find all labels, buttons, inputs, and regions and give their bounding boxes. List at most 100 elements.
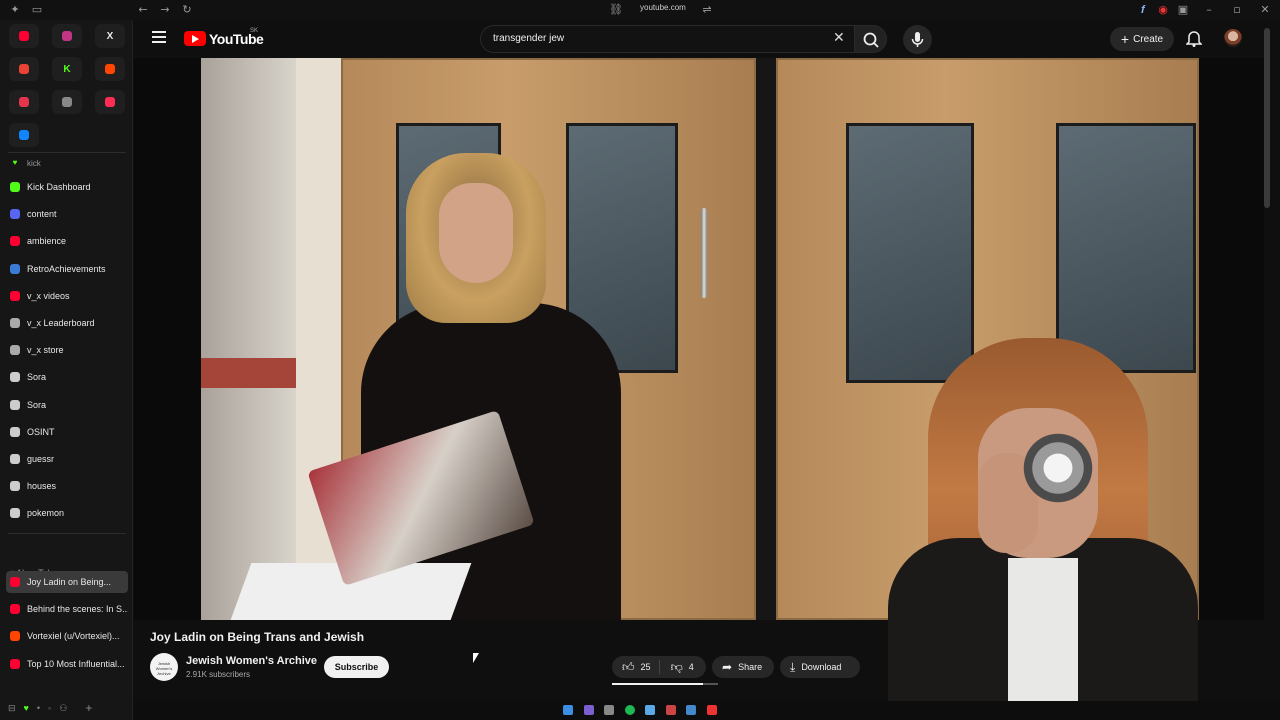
sidebar-item[interactable]: RetroAchievements xyxy=(6,258,128,280)
like-ratio-fill xyxy=(612,683,704,685)
app-red-icon xyxy=(19,97,29,107)
folder-kick[interactable]: ♥ kick xyxy=(6,154,128,172)
pinned-site-gmail[interactable] xyxy=(9,57,39,81)
minimize-icon[interactable]: – xyxy=(1202,3,1216,17)
sidebar-item[interactable]: v_x store xyxy=(6,339,128,361)
sidebar-item[interactable]: guessr xyxy=(6,448,128,470)
share-button[interactable]: ➦ Share xyxy=(712,656,774,678)
link-icon[interactable]: ⛓ xyxy=(609,3,623,17)
sidebar-item[interactable]: v_x videos xyxy=(6,285,128,307)
sidebar-tab[interactable]: Behind the scenes: In S... xyxy=(6,598,128,620)
tab-label: Behind the scenes: In S... xyxy=(27,604,128,615)
like-button[interactable]: 👍︎ 25 xyxy=(622,660,651,675)
tab-label: Top 10 Most Influential... xyxy=(27,658,125,669)
bookmark-icon xyxy=(10,236,20,247)
page-scrollbar[interactable] xyxy=(1264,28,1270,208)
bookmark-icon xyxy=(10,263,20,274)
like-count: 25 xyxy=(640,662,651,672)
sidebar-item-label: OSINT xyxy=(27,426,55,437)
youtube-header: YouTube SK transgender jew ✕ + Create xyxy=(134,20,1280,58)
person-icon[interactable]: ⚇ xyxy=(59,703,67,714)
archive-icon[interactable]: ⊟ xyxy=(8,703,16,714)
dot-icon[interactable]: • xyxy=(37,703,40,713)
address-bar[interactable]: youtube.com xyxy=(640,3,686,12)
maximize-icon[interactable]: ▫ xyxy=(1230,3,1244,17)
pinned-site-youtube[interactable] xyxy=(9,24,39,48)
search-input[interactable]: transgender jew ✕ xyxy=(480,25,855,53)
pinned-site-x[interactable]: X xyxy=(95,24,125,48)
page-settings-icon[interactable]: ⇌ xyxy=(700,3,714,17)
heart-icon[interactable]: ♥ xyxy=(24,703,29,713)
spotify-icon[interactable] xyxy=(625,705,635,715)
youtube-logo-icon[interactable] xyxy=(184,31,206,46)
sidebar-item-label: pokemon xyxy=(27,508,65,519)
pinned-site-bluesky[interactable] xyxy=(9,123,39,147)
taskbar-app-icon[interactable] xyxy=(686,705,696,715)
subscriber-count: 2.91K subscribers xyxy=(186,670,251,679)
taskbar-app-icon[interactable] xyxy=(584,705,594,715)
back-icon[interactable]: ← xyxy=(136,3,150,17)
like-divider xyxy=(659,660,660,674)
create-button[interactable]: + Create xyxy=(1110,27,1174,51)
pinned-site-reddit[interactable] xyxy=(95,57,125,81)
taskbar-app-icon[interactable] xyxy=(645,705,655,715)
sidebar-tab[interactable]: Joy Ladin on Being... xyxy=(6,571,128,593)
folder-label: kick xyxy=(27,158,41,168)
subscribe-button[interactable]: Subscribe xyxy=(324,656,389,678)
account-avatar[interactable] xyxy=(1224,29,1242,47)
speaker-face xyxy=(439,183,513,283)
share-label: Share xyxy=(738,662,763,672)
pinned-site-app-pink[interactable] xyxy=(95,90,125,114)
sidebar-item[interactable]: OSINT xyxy=(6,421,128,443)
search-query[interactable]: transgender jew xyxy=(493,33,564,44)
sidebar-item-label: content xyxy=(27,209,57,220)
sidebar-tab[interactable]: Top 10 Most Influential... xyxy=(6,653,128,675)
dislike-button[interactable]: 👎︎ 4 xyxy=(671,660,694,675)
ublock-icon[interactable]: ◉ xyxy=(1156,3,1170,17)
reader-icon[interactable]: ▣ xyxy=(1176,3,1190,17)
youtube-icon xyxy=(19,31,29,41)
add-icon[interactable]: + xyxy=(85,701,92,715)
pinned-site-instagram[interactable] xyxy=(52,24,82,48)
video-wall xyxy=(201,58,296,620)
forward-icon[interactable]: → xyxy=(158,3,172,17)
kick-icon: K xyxy=(63,63,71,75)
channel-avatar[interactable]: Jewish Women's Archive xyxy=(150,653,178,681)
circle-icon[interactable]: ◦ xyxy=(48,703,51,713)
start-icon[interactable] xyxy=(563,705,573,715)
browser-menu-icon[interactable]: ✦ xyxy=(8,3,22,17)
bookmark-icon xyxy=(10,345,20,356)
sidebar-item[interactable]: Sora xyxy=(6,394,128,416)
sidebar-item-label: Sora xyxy=(27,399,47,410)
taskbar-app-icon[interactable] xyxy=(707,705,717,715)
channel-name[interactable]: Jewish Women's Archive xyxy=(186,655,317,667)
sidebar-item-label: guessr xyxy=(27,454,55,464)
pinned-site-kick[interactable]: K xyxy=(52,57,82,81)
streamer-glass xyxy=(1018,428,1098,508)
sidebar-toggle-icon[interactable]: ▭ xyxy=(30,3,44,17)
search-button[interactable] xyxy=(855,25,887,53)
reload-icon[interactable]: ↻ xyxy=(180,3,194,17)
menu-icon[interactable] xyxy=(152,31,166,43)
sidebar-item[interactable]: pokemon xyxy=(6,502,128,524)
sidebar-item[interactable]: houses xyxy=(6,475,128,497)
sidebar-item[interactable]: v_x Leaderboard xyxy=(6,312,128,334)
bookmark-icon xyxy=(10,426,20,437)
pinned-site-globe[interactable] xyxy=(52,90,82,114)
sidebar-item[interactable]: Sora xyxy=(6,366,128,388)
pinned-site-app-red[interactable] xyxy=(9,90,39,114)
clear-search-icon[interactable]: ✕ xyxy=(833,29,845,46)
voice-search-button[interactable] xyxy=(903,25,932,54)
sidebar-item[interactable]: Kick Dashboard xyxy=(6,176,128,198)
download-button[interactable]: ⤓ Download xyxy=(780,656,860,678)
bookmark-icon xyxy=(10,290,20,301)
browser-top-bar: ✦ ▭ ← → ↻ ⛓ youtube.com ⇌ 𝒇 ◉ ▣ – ▫ ✕ xyxy=(0,0,1280,20)
sidebar-item[interactable]: ambience xyxy=(6,230,128,252)
sidebar-tab[interactable]: Vortexiel (u/Vortexiel)... xyxy=(6,625,128,647)
close-window-icon[interactable]: ✕ xyxy=(1258,3,1272,17)
notifications-bell-icon[interactable] xyxy=(1185,29,1203,47)
extension-icon[interactable]: 𝒇 xyxy=(1136,3,1150,17)
sidebar-item[interactable]: content xyxy=(6,203,128,225)
taskbar-app-icon[interactable] xyxy=(666,705,676,715)
taskbar-app-icon[interactable] xyxy=(604,705,614,715)
